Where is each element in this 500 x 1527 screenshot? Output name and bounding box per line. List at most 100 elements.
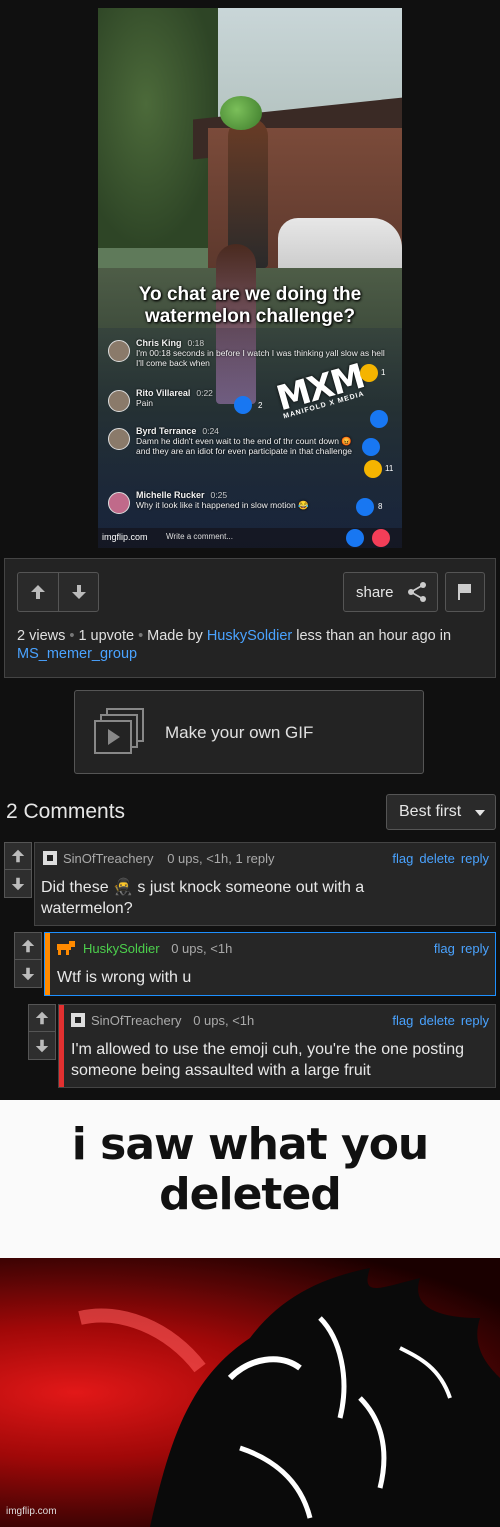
op-indicator-bar — [45, 933, 50, 995]
share-label: share — [356, 583, 394, 601]
facebook-comment-bar: imgflip.com Write a comment... — [98, 528, 402, 548]
love-reaction-icon — [372, 529, 390, 547]
view-count: 2 views — [17, 628, 66, 644]
comment-username[interactable]: HuskySoldier — [83, 941, 160, 956]
character-silhouette — [78, 1268, 500, 1527]
meme-caption: i saw what you deleted — [0, 1120, 500, 1220]
comment-header: HuskySoldier 0 ups, <1h — [55, 941, 232, 956]
write-comment-input: Write a comment... — [166, 532, 233, 541]
video-comment-time: 0:24 — [202, 426, 219, 436]
upvote-button[interactable] — [18, 573, 58, 611]
comment-upvote-button[interactable] — [28, 1004, 56, 1032]
like-reaction-icon — [356, 498, 374, 516]
make-gif-button[interactable]: Make your own GIF — [74, 690, 424, 774]
sort-label: Best first — [399, 803, 462, 820]
video-comment-text: Why it look like it happened in slow mot… — [136, 500, 309, 510]
downvote-button[interactable] — [58, 573, 98, 611]
comments-count: 2 Comments — [6, 800, 126, 823]
arrow-down-icon — [11, 877, 25, 890]
comment-body: HuskySoldier 0 ups, <1h flag reply Wtf is… — [44, 932, 496, 996]
flag-icon — [458, 584, 471, 600]
comment-vote-buttons — [14, 932, 42, 988]
comment-actions: flag reply — [428, 941, 489, 956]
reaction-count: 8 — [378, 502, 383, 511]
meme-watermark: imgflip.com — [6, 1506, 57, 1517]
share-icon — [407, 582, 426, 602]
comment: SinOfTreachery 0 ups, <1h, 1 reply flag d… — [4, 842, 496, 926]
meme-image: i saw what you deleted imgflip.com — [0, 1100, 500, 1527]
arrow-up-icon — [11, 849, 25, 863]
user-default-icon — [43, 851, 57, 865]
comment-meta: 0 ups, <1h, 1 reply — [167, 851, 275, 866]
meme-picture — [0, 1258, 500, 1527]
flag-link[interactable]: flag — [392, 1013, 413, 1028]
comment-vote-buttons — [28, 1004, 56, 1060]
comment-upvote-button[interactable] — [14, 932, 42, 960]
avatar — [108, 390, 130, 412]
arrow-up-icon — [35, 1011, 49, 1025]
video-comment-name: Rito Villareal — [136, 388, 191, 398]
separator-dot: • — [138, 628, 144, 644]
comment-vote-buttons — [4, 842, 32, 898]
post-meta: 2 views • 1 upvote • Made by HuskySoldier le… — [17, 627, 487, 663]
share-button[interactable]: share — [343, 572, 438, 612]
comment-username[interactable]: SinOfTreachery — [63, 851, 154, 866]
like-reaction-icon — [362, 438, 380, 456]
author-link[interactable]: HuskySoldier — [207, 628, 292, 644]
comment-text: I'm allowed to use the emoji cuh, you're… — [71, 1041, 465, 1079]
reply-link[interactable]: reply — [461, 1013, 489, 1028]
made-by-label: Made by — [147, 628, 203, 644]
post-time: less than an hour ago in — [296, 628, 452, 644]
husky-avatar-icon — [57, 941, 75, 955]
video-comment: Byrd Terrance 0:24 Damn he didn't even wa… — [106, 426, 356, 456]
flag-button[interactable] — [445, 572, 485, 612]
sort-select[interactable]: Best first — [386, 794, 496, 830]
delete-link[interactable]: delete — [419, 851, 454, 866]
comment-upvote-button[interactable] — [4, 842, 32, 870]
comment-reply: SinOfTreachery 0 ups, <1h flag delete repl… — [28, 1004, 496, 1088]
video-comment-text: Damn he didn't even wait to the end of t… — [136, 436, 352, 456]
delete-link[interactable]: delete — [419, 1013, 454, 1028]
comment-body: SinOfTreachery 0 ups, <1h flag delete repl… — [58, 1004, 496, 1088]
flag-link[interactable]: flag — [392, 851, 413, 866]
comment-downvote-button[interactable] — [4, 870, 32, 898]
comment-actions: flag delete reply — [386, 1013, 489, 1028]
comment-text: Wtf is wrong with u — [57, 969, 192, 986]
comment-username[interactable]: SinOfTreachery — [91, 1013, 182, 1028]
reply-link[interactable]: reply — [461, 851, 489, 866]
video-comment: Michelle Rucker 0:25 Why it look like it … — [106, 490, 356, 514]
video-watermark: imgflip.com — [102, 532, 148, 542]
comment-downvote-button[interactable] — [28, 1032, 56, 1060]
video-player[interactable]: Yo chat are we doing the watermelon chal… — [98, 8, 402, 548]
arrow-down-icon — [21, 967, 35, 980]
comment-text: Did these 🥷 s just knock someone out wit… — [41, 879, 365, 917]
reaction-icon — [360, 364, 378, 382]
comment-reply: HuskySoldier 0 ups, <1h flag reply Wtf is… — [14, 932, 496, 996]
flag-link[interactable]: flag — [434, 941, 455, 956]
arrow-up-icon — [21, 939, 35, 953]
comment-downvote-button[interactable] — [14, 960, 42, 988]
comment-actions: flag delete reply — [386, 851, 489, 866]
vote-buttons — [17, 572, 99, 612]
video-comment-name: Michelle Rucker — [136, 490, 205, 500]
video-comment-time: 0:25 — [210, 490, 228, 500]
comment-meta: 0 ups, <1h — [171, 941, 233, 956]
avatar — [108, 492, 130, 514]
video-comment-time: 0:18 — [187, 338, 205, 348]
video-watermelon — [220, 96, 262, 130]
comment-meta: 0 ups, <1h — [193, 1013, 255, 1028]
upvote-count: 1 upvote — [78, 628, 135, 644]
make-gif-label: Make your own GIF — [165, 723, 314, 742]
stream-link[interactable]: MS_memer_group — [17, 646, 137, 662]
reply-link[interactable]: reply — [461, 941, 489, 956]
arrow-down-icon — [71, 585, 86, 599]
separator-dot: • — [69, 628, 75, 644]
meme-caption-area: i saw what you deleted — [0, 1100, 500, 1258]
avatar — [108, 340, 130, 362]
user-default-icon — [71, 1013, 85, 1027]
video-caption: Yo chat are we doing the watermelon chal… — [138, 284, 362, 327]
avatar — [108, 428, 130, 450]
comment-body: SinOfTreachery 0 ups, <1h, 1 reply flag d… — [34, 842, 496, 926]
arrow-down-icon — [35, 1039, 49, 1052]
reaction-count: 11 — [385, 464, 394, 473]
